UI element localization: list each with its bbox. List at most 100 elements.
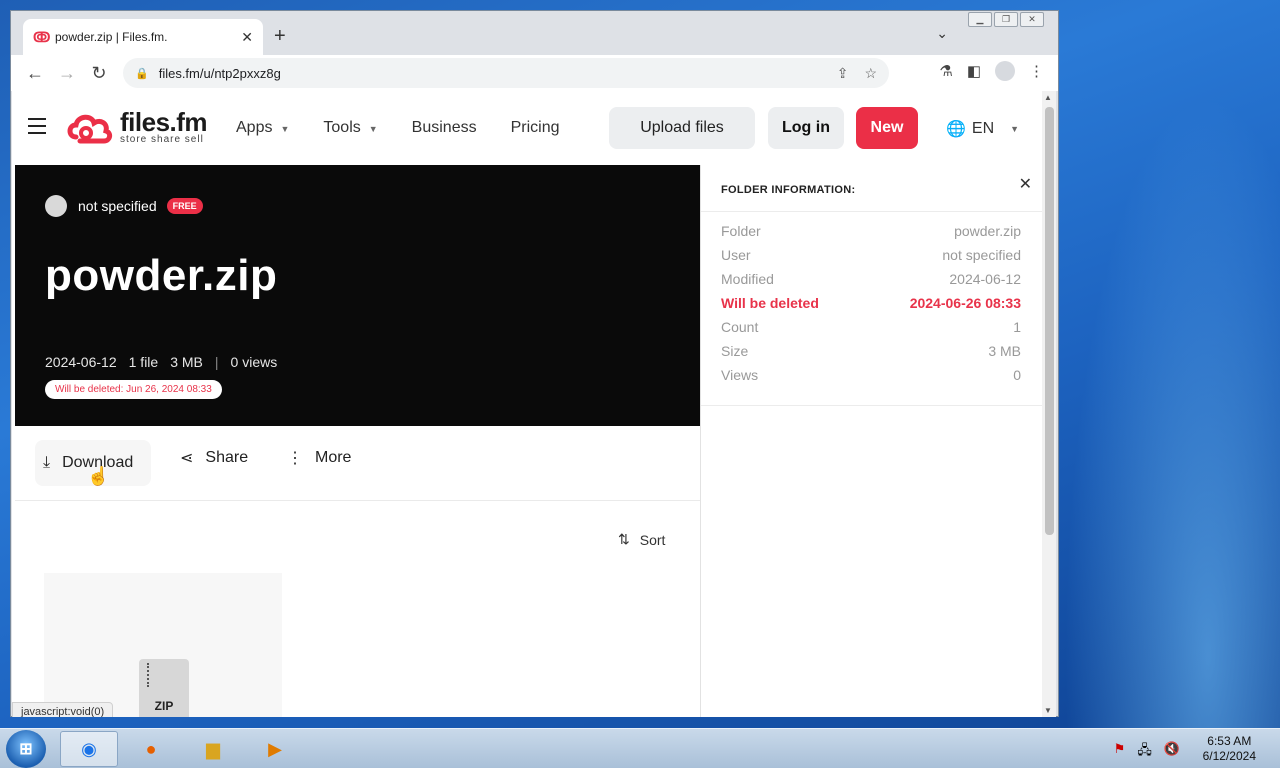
info-row-size: Size 3 MB <box>721 343 1021 359</box>
more-vertical-icon: ⋮ <box>287 450 303 467</box>
folder-title: powder.zip <box>45 251 278 300</box>
info-row-count: Count 1 <box>721 319 1021 335</box>
nav-apps[interactable]: Apps ▼ <box>236 119 289 137</box>
main-nav: Apps ▼ Tools ▼ Business Pricing <box>236 119 560 137</box>
info-row-user: User not specified <box>721 247 1021 263</box>
hand-cursor-icon: ☝ <box>87 466 110 486</box>
login-button[interactable]: Log in <box>768 107 844 149</box>
owner-info: not specified FREE <box>45 195 203 217</box>
folder-size: 3 MB <box>170 354 203 370</box>
folder-icon: ▆ <box>206 738 220 759</box>
tab-title: powder.zip | Files.fm. <box>55 30 168 44</box>
more-button[interactable]: ⋮ More <box>287 448 351 468</box>
logo-tagline: store share sell <box>120 133 204 145</box>
divider <box>701 211 1042 212</box>
folder-file-count: 1 file <box>128 354 159 370</box>
tab-search-chevron-icon[interactable]: ⌄ <box>936 25 948 42</box>
share-label: Share <box>205 449 249 466</box>
taskbar-firefox[interactable]: ● <box>122 731 180 767</box>
meta-divider: | <box>214 354 219 370</box>
scroll-down-icon[interactable]: ▼ <box>1044 706 1052 715</box>
url-text[interactable]: files.fm/u/ntp2pxxz8g <box>159 66 821 81</box>
lock-icon[interactable]: 🔒 <box>135 67 149 80</box>
browser-tab[interactable]: ↂ powder.zip | Files.fm. ✕ <box>23 19 263 55</box>
address-bar[interactable]: 🔒 files.fm/u/ntp2pxxz8g ⇪ ☆ <box>123 58 889 88</box>
taskbar-media-player[interactable]: ▶ <box>246 731 304 767</box>
new-button[interactable]: New <box>856 107 918 149</box>
free-badge: FREE <box>166 198 203 214</box>
network-icon[interactable]: 🖧 <box>1137 741 1152 763</box>
media-player-icon: ▶ <box>268 738 282 759</box>
upload-files-button[interactable]: Upload files <box>609 107 755 149</box>
clock-date: 6/12/2024 <box>1202 749 1256 763</box>
desktop-background <box>1040 0 1280 730</box>
folder-hero: not specified FREE powder.zip 2024-06-12… <box>15 165 700 426</box>
folder-info-panel: FOLDER INFORMATION: ✕ Folder powder.zip U… <box>700 165 1042 717</box>
clock-time: 6:53 AM <box>1207 734 1252 748</box>
share-page-icon[interactable]: ⇪ <box>837 65 849 82</box>
folder-date: 2024-06-12 <box>45 354 117 370</box>
more-label: More <box>315 449 352 466</box>
cloud-logo-icon <box>67 114 113 144</box>
bookmark-star-icon[interactable]: ☆ <box>864 65 877 82</box>
owner-name: not specified <box>78 198 157 214</box>
link-status-bar: javascript:void(0) <box>12 702 114 717</box>
share-button[interactable]: ⋖ Share <box>180 448 248 468</box>
firefox-icon: ● <box>145 738 157 759</box>
file-card[interactable]: ZIP <box>44 573 282 717</box>
info-row-will-be-deleted: Will be deleted 2024-06-26 08:33 <box>721 295 1021 311</box>
nav-business[interactable]: Business <box>412 119 477 137</box>
toolbar-right: ⚗ ◧ ⋮ <box>939 61 1044 81</box>
scrollbar-thumb[interactable] <box>1045 107 1054 535</box>
taskbar-explorer[interactable]: ▆ <box>184 731 242 767</box>
chevron-down-icon: ▼ <box>280 124 290 134</box>
logo-name: files.fm <box>120 106 208 137</box>
sort-label: Sort <box>639 531 666 548</box>
sort-button[interactable]: ⇅ Sort <box>618 531 665 548</box>
chevron-down-icon: ▼ <box>1010 124 1020 134</box>
tab-close-icon[interactable]: ✕ <box>241 29 253 46</box>
browser-toolbar: ← → ↻ 🔒 files.fm/u/ntp2pxxz8g ⇪ ☆ ⚗ ◧ ⋮ <box>11 55 1058 91</box>
taskbar-chrome[interactable]: ◉ <box>60 731 118 767</box>
labs-flask-icon[interactable]: ⚗ <box>939 62 952 80</box>
action-center-icon[interactable]: ⚑ <box>1114 741 1126 763</box>
system-clock[interactable]: 6:53 AM 6/12/2024 <box>1203 734 1256 764</box>
info-panel-title: FOLDER INFORMATION: <box>721 184 856 196</box>
zip-file-icon: ZIP <box>139 659 189 717</box>
avatar <box>45 195 67 217</box>
files-fm-logo[interactable]: files.fm store share sell <box>66 106 208 145</box>
close-panel-icon[interactable]: ✕ <box>1019 174 1032 194</box>
side-panel-icon[interactable]: ◧ <box>967 62 981 80</box>
site-header: files.fm store share sell Apps ▼ Tools ▼ B… <box>12 91 1042 165</box>
back-icon[interactable]: ← <box>19 63 51 84</box>
page-scrollbar[interactable]: ▲ ▼ <box>1042 91 1056 717</box>
hamburger-menu-icon[interactable] <box>28 118 46 139</box>
taskbar: ⊞ ◉ ● ▆ ▶ ⚑ 🖧 🔇 6:53 AM 6/12/2024 <box>0 728 1280 768</box>
reload-icon[interactable]: ↻ <box>83 63 115 84</box>
share-icon: ⋖ <box>180 450 194 467</box>
chevron-down-icon: ▼ <box>368 124 378 134</box>
new-tab-button[interactable]: + <box>274 25 286 48</box>
tab-strip: ↂ powder.zip | Files.fm. ✕ + ⌄ <box>11 11 1058 59</box>
zipper-icon <box>147 663 153 687</box>
profile-avatar-icon[interactable] <box>995 61 1015 81</box>
system-tray: ⚑ 🖧 🔇 <box>1114 741 1180 763</box>
files-fm-favicon-icon: ↂ <box>33 28 51 45</box>
divider <box>701 405 1042 406</box>
action-bar: ⤓ Download ⋖ Share ⋮ More <box>15 426 700 501</box>
web-page: files.fm store share sell Apps ▼ Tools ▼ B… <box>12 91 1042 717</box>
info-row-views: Views 0 <box>721 367 1021 383</box>
nav-pricing[interactable]: Pricing <box>511 119 560 137</box>
folder-views: 0 views <box>230 354 278 370</box>
forward-icon[interactable]: → <box>51 63 83 84</box>
delete-notice-badge: Will be deleted: Jun 26, 2024 08:33 <box>45 380 222 399</box>
volume-muted-icon[interactable]: 🔇 <box>1164 741 1180 763</box>
scroll-up-icon[interactable]: ▲ <box>1044 93 1052 102</box>
folder-meta: 2024-06-12 1 file 3 MB | 0 views <box>45 354 277 370</box>
language-selector[interactable]: 🌐 EN ▼ <box>946 119 1019 139</box>
info-rows: Folder powder.zip User not specified Modif… <box>721 223 1021 391</box>
start-button[interactable]: ⊞ <box>6 730 46 768</box>
chrome-icon: ◉ <box>81 738 97 759</box>
menu-kebab-icon[interactable]: ⋮ <box>1029 62 1044 80</box>
nav-tools[interactable]: Tools ▼ <box>323 119 377 137</box>
